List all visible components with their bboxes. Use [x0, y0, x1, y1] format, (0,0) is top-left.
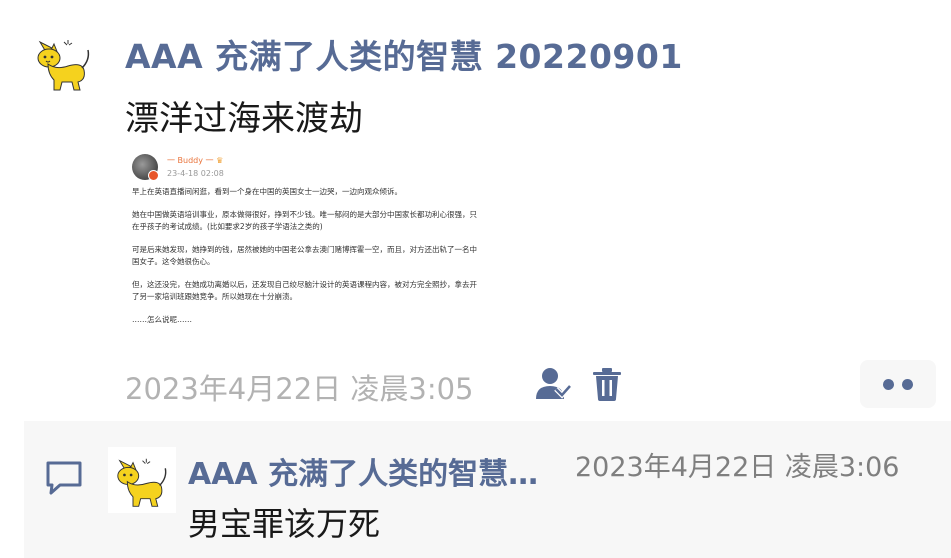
- embed-verified-badge: [148, 170, 159, 181]
- embed-paragraph: 可是后来她发现，她挣到的钱，居然被她的中国老公拿去澳门赌博挥霍一空，而且，对方还…: [132, 244, 477, 267]
- more-dot: [883, 379, 894, 390]
- moments-post: AAA 充满了人类的智慧 20220901 漂洋过海来渡劫 一 Buddy 一 …: [0, 0, 951, 558]
- more-icon[interactable]: [860, 360, 936, 408]
- comment-timestamp: 2023年4月22日 凌晨3:06: [575, 452, 900, 483]
- commenter-name[interactable]: AAA 充满了人类的智慧 20220901: [188, 449, 548, 493]
- embed-paragraph: 但，这还没完，在她成功离婚以后，还发现自己绞尽脑汁设计的英语课程内容，被对方完全…: [132, 279, 477, 302]
- embed-date: 23-4-18 02:08: [167, 169, 224, 178]
- comment-text[interactable]: 男宝罪该万死: [188, 499, 380, 545]
- more-dot: [902, 379, 913, 390]
- embed-body: 早上在英语直播间闲逛，看到一个身在中国的英国女士一边哭，一边向观众倾诉。 她在中…: [132, 186, 482, 336]
- crown-icon: ♛: [216, 156, 224, 165]
- embed-paragraph: ……怎么说呢……: [132, 314, 192, 324]
- user-icon[interactable]: [534, 366, 572, 402]
- embed-username: 一 Buddy 一 ♛: [167, 156, 224, 165]
- commenter-avatar[interactable]: [108, 447, 176, 513]
- comment-icon: [44, 459, 84, 497]
- post-username[interactable]: AAA 充满了人类的智慧 20220901: [125, 30, 683, 78]
- trash-icon[interactable]: [591, 366, 623, 402]
- embed-paragraph: 早上在英语直播间闲逛，看到一个身在中国的英国女士一边哭，一边向观众倾诉。: [132, 187, 402, 196]
- yellow-cat-icon[interactable]: [34, 36, 92, 92]
- post-image[interactable]: 一 Buddy 一 ♛ 23-4-18 02:08 早上在英语直播间闲逛，看到一…: [125, 150, 490, 355]
- post-timestamp: 2023年4月22日 凌晨3:05: [125, 372, 474, 406]
- comment-section: AAA 充满了人类的智慧 20220901 2023年4月22日 凌晨3:06 …: [24, 421, 951, 558]
- post-text: 漂洋过海来渡劫: [125, 99, 363, 139]
- embed-paragraph: 她在中国做英语培训事业，原本做得很好，挣到不少钱。唯一郁闷的是大部分中国家长都功…: [132, 209, 477, 232]
